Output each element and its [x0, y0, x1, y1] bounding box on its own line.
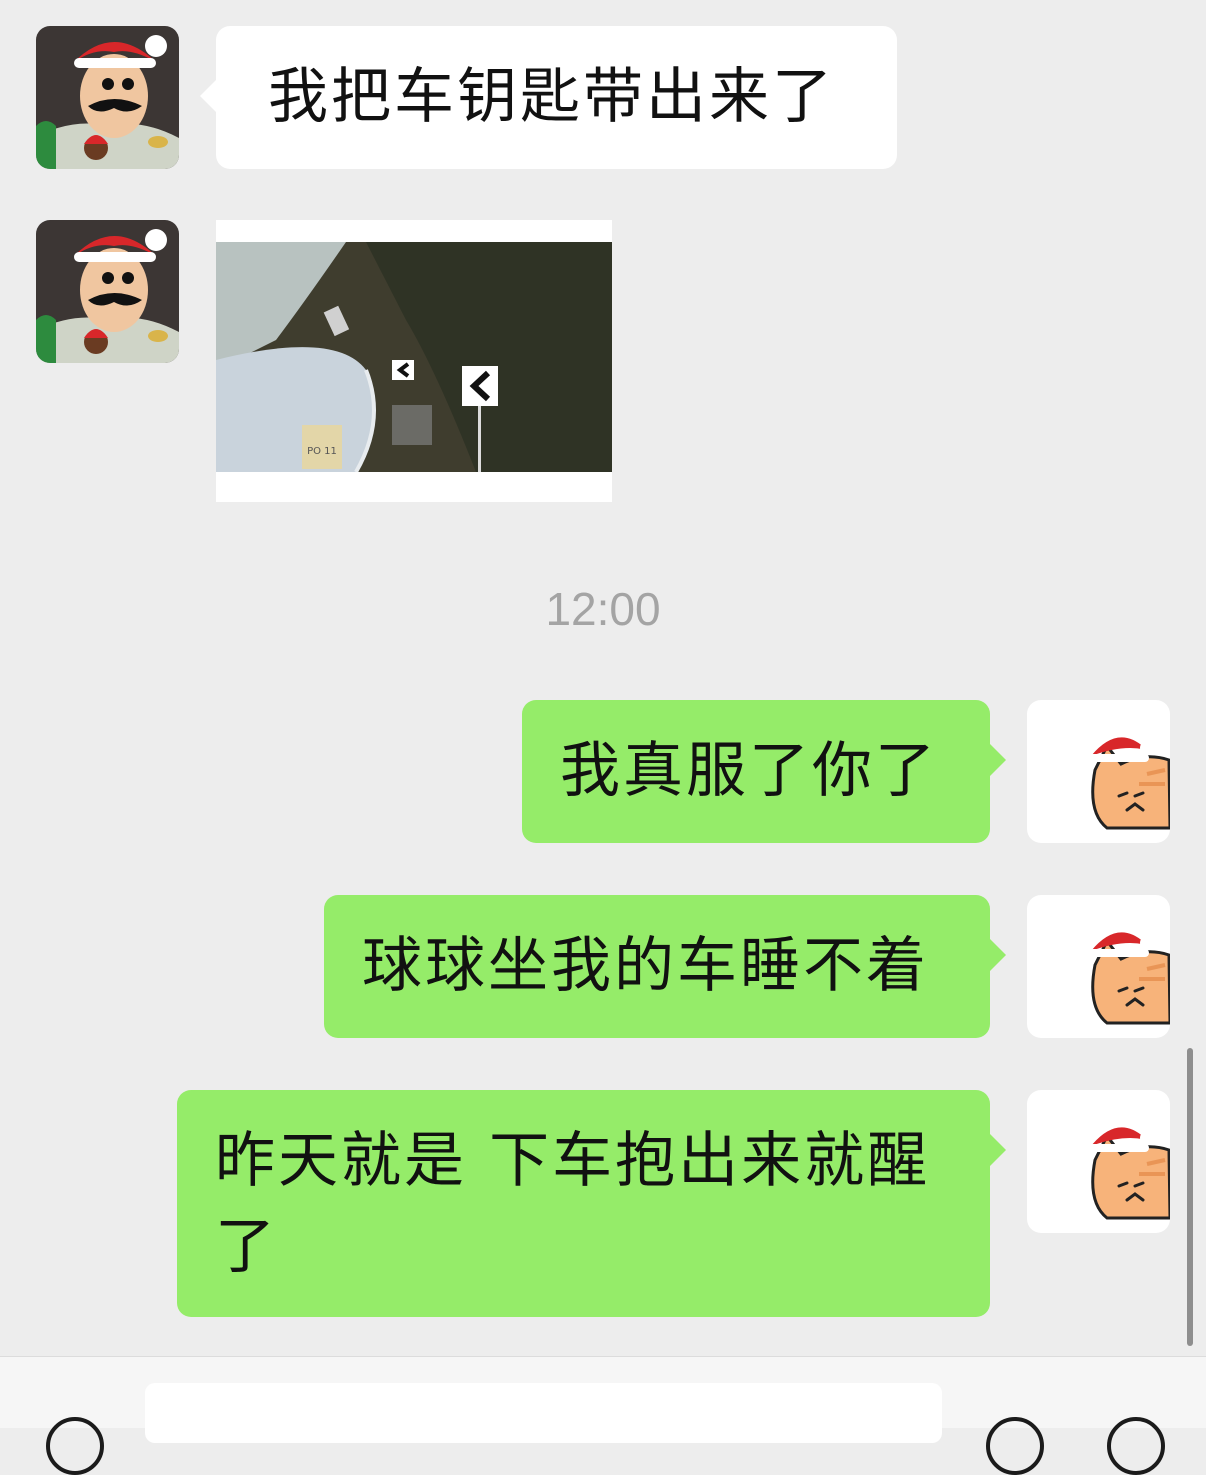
timestamp: 12:00: [545, 583, 661, 635]
cartoon-man-avatar-icon: [36, 26, 179, 169]
message-input[interactable]: [145, 1383, 942, 1443]
cat-avatar-icon: [1027, 700, 1170, 843]
cartoon-man-avatar-icon: [36, 220, 179, 363]
outgoing-message-bubble[interactable]: 球球坐我的车睡不着: [324, 895, 1006, 1038]
message-text: 我把车钥匙带出来了: [268, 62, 835, 132]
outgoing-message-bubble[interactable]: 昨天就是 下车抱出来就醒 了: [177, 1090, 1006, 1317]
message-text-line: 昨天就是 下车抱出来就醒: [215, 1126, 931, 1196]
message-text: 球球坐我的车睡不着: [362, 931, 929, 1001]
cat-avatar-icon: [1027, 1090, 1170, 1233]
scrollbar[interactable]: [1187, 1048, 1193, 1346]
cat-avatar-icon: [1027, 895, 1170, 1038]
emoji-button[interactable]: [986, 1417, 1044, 1475]
my-avatar[interactable]: [1027, 895, 1170, 1038]
voice-button[interactable]: [46, 1417, 104, 1475]
contact-avatar[interactable]: [36, 220, 179, 363]
message-text-line: 了: [215, 1212, 278, 1282]
incoming-message-bubble[interactable]: 我把车钥匙带出来了: [200, 26, 897, 169]
outgoing-message-bubble[interactable]: 我真服了你了: [522, 700, 1006, 843]
my-avatar[interactable]: [1027, 1090, 1170, 1233]
my-avatar[interactable]: [1027, 700, 1170, 843]
contact-avatar[interactable]: [36, 26, 179, 169]
road-sign-label: PO 11: [307, 446, 337, 457]
image-message[interactable]: PO 11: [216, 220, 612, 502]
message-text: 我真服了你了: [560, 736, 938, 806]
road-curve-photo: PO 11: [216, 220, 612, 502]
input-bar: [0, 1356, 1206, 1475]
plus-button[interactable]: [1107, 1417, 1165, 1475]
